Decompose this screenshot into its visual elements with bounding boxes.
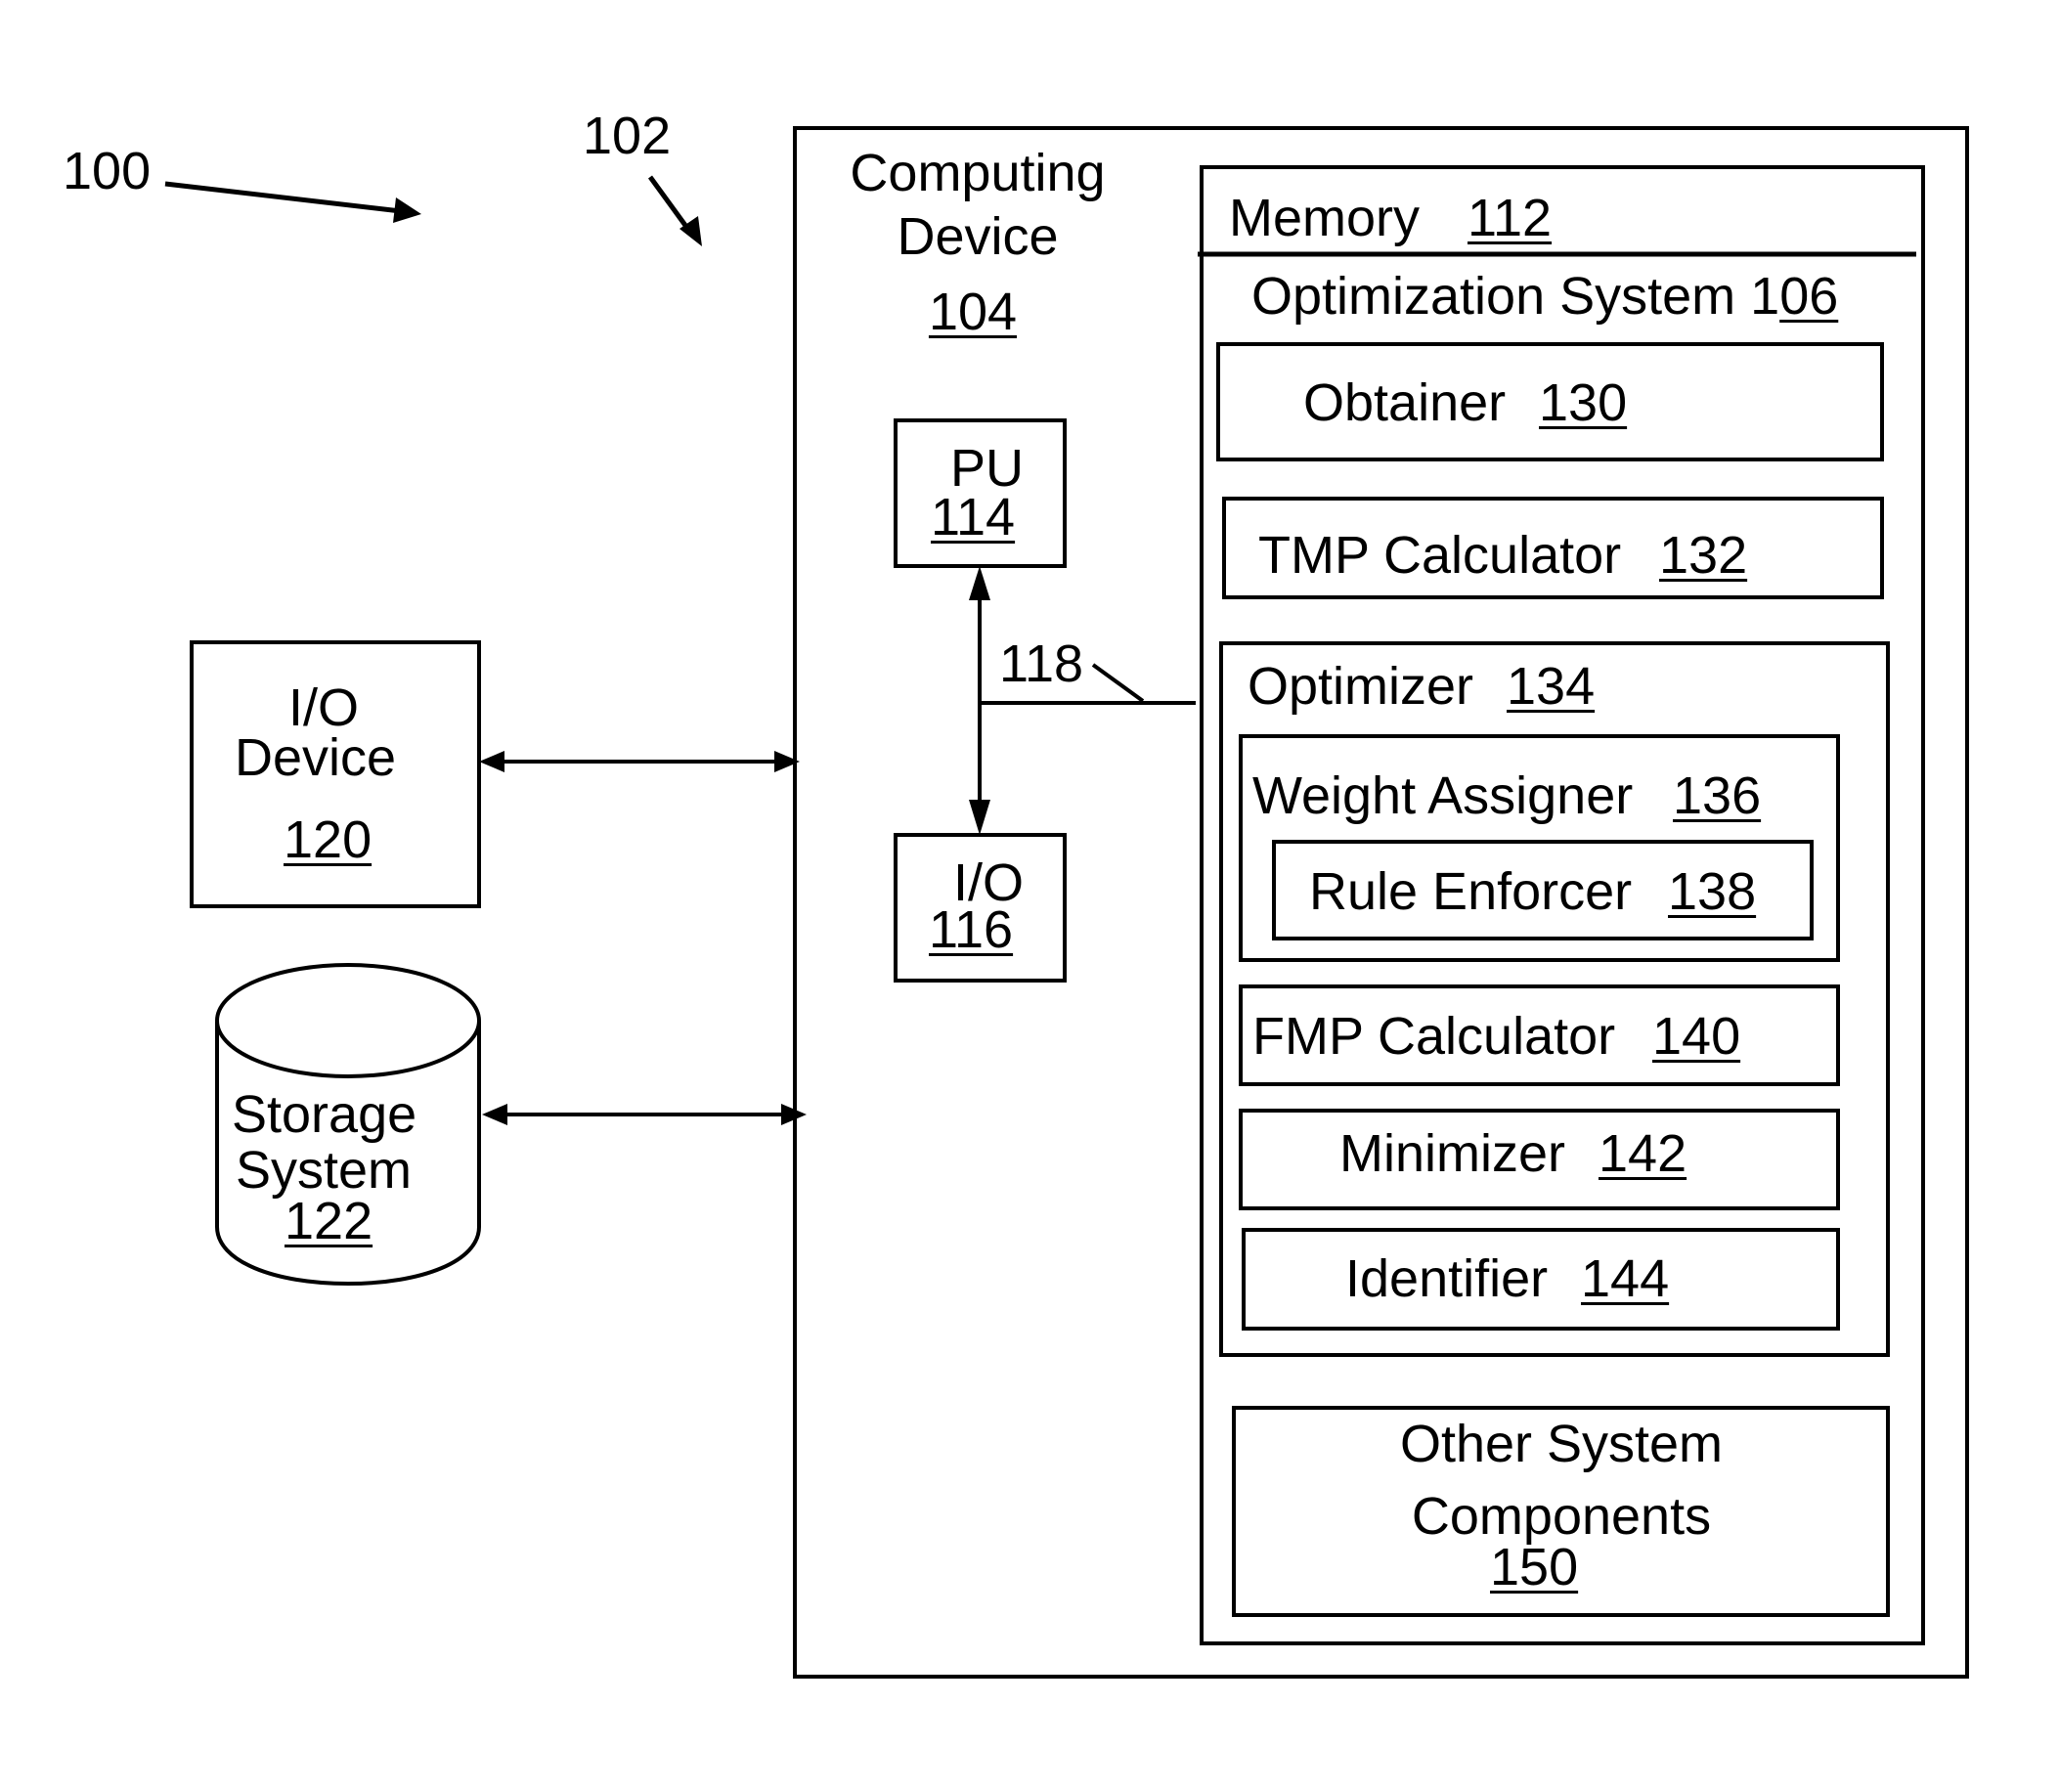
bus-ref: 118 [999, 634, 1084, 693]
weight-assigner-label: Weight Assigner [1252, 766, 1634, 825]
storage-label-1: Storage [232, 1085, 417, 1144]
arrowhead-io-device-left [479, 751, 504, 772]
optimization-system-label: Optimization System 106 [1251, 270, 1838, 323]
tmp-calculator-label: TMP Calculator [1258, 526, 1622, 585]
other-components-label-2: Components [1411, 1487, 1712, 1546]
ref-100-arrow-shaft [164, 181, 402, 214]
obtainer-label: Obtainer [1303, 373, 1507, 432]
arrowhead-io-unit [969, 800, 990, 835]
storage-label-2: System [236, 1141, 413, 1200]
other-components-ref: 150 [1490, 1538, 1579, 1596]
ref-102-arrow-shaft [647, 175, 692, 233]
ref-100-label: 100 [63, 142, 152, 200]
minimizer-label: Minimizer [1339, 1124, 1566, 1183]
rule-enforcer-ref: 138 [1668, 862, 1757, 921]
optimization-system-ref: 06 [1779, 267, 1839, 326]
identifier-ref: 144 [1581, 1249, 1670, 1308]
fmp-calculator-label: FMP Calculator [1252, 1007, 1616, 1066]
io-device-ref: 120 [284, 810, 372, 869]
computing-device-ref: 104 [928, 283, 1018, 341]
arrowhead-pu [969, 566, 990, 600]
weight-assigner-ref: 136 [1673, 766, 1762, 825]
memory-label: Memory [1229, 189, 1421, 247]
io-unit-ref: 116 [929, 900, 1014, 959]
pu-label: PU [950, 439, 1025, 498]
identifier-label: Identifier [1345, 1249, 1549, 1308]
fmp-calculator-ref: 140 [1652, 1007, 1741, 1066]
computing-device-label-2: Device [897, 207, 1059, 266]
optimization-system-label-text: Optimization System 1 [1251, 267, 1780, 326]
storage-ref: 122 [285, 1192, 373, 1250]
arrowhead-ref-100 [393, 197, 421, 223]
bus-leader [1091, 663, 1145, 703]
computing-device-label-1: Computing [850, 144, 1106, 202]
arrowhead-storage-left [482, 1104, 507, 1125]
obtainer-ref: 130 [1539, 373, 1628, 432]
pu-ref: 114 [931, 488, 1016, 546]
io-device-label-1: I/O [288, 678, 360, 737]
optimizer-label: Optimizer [1248, 657, 1474, 716]
tmp-calculator-ref: 132 [1659, 526, 1748, 585]
ref-102-label: 102 [583, 107, 672, 165]
other-components-label-1: Other System [1399, 1415, 1724, 1473]
optimizer-box [1219, 641, 1890, 1357]
optimizer-ref: 134 [1507, 657, 1596, 716]
io-device-label-2: Device [235, 728, 397, 787]
memory-ref: 112 [1468, 189, 1553, 247]
rule-enforcer-label: Rule Enforcer [1309, 862, 1633, 921]
minimizer-ref: 142 [1599, 1124, 1687, 1183]
